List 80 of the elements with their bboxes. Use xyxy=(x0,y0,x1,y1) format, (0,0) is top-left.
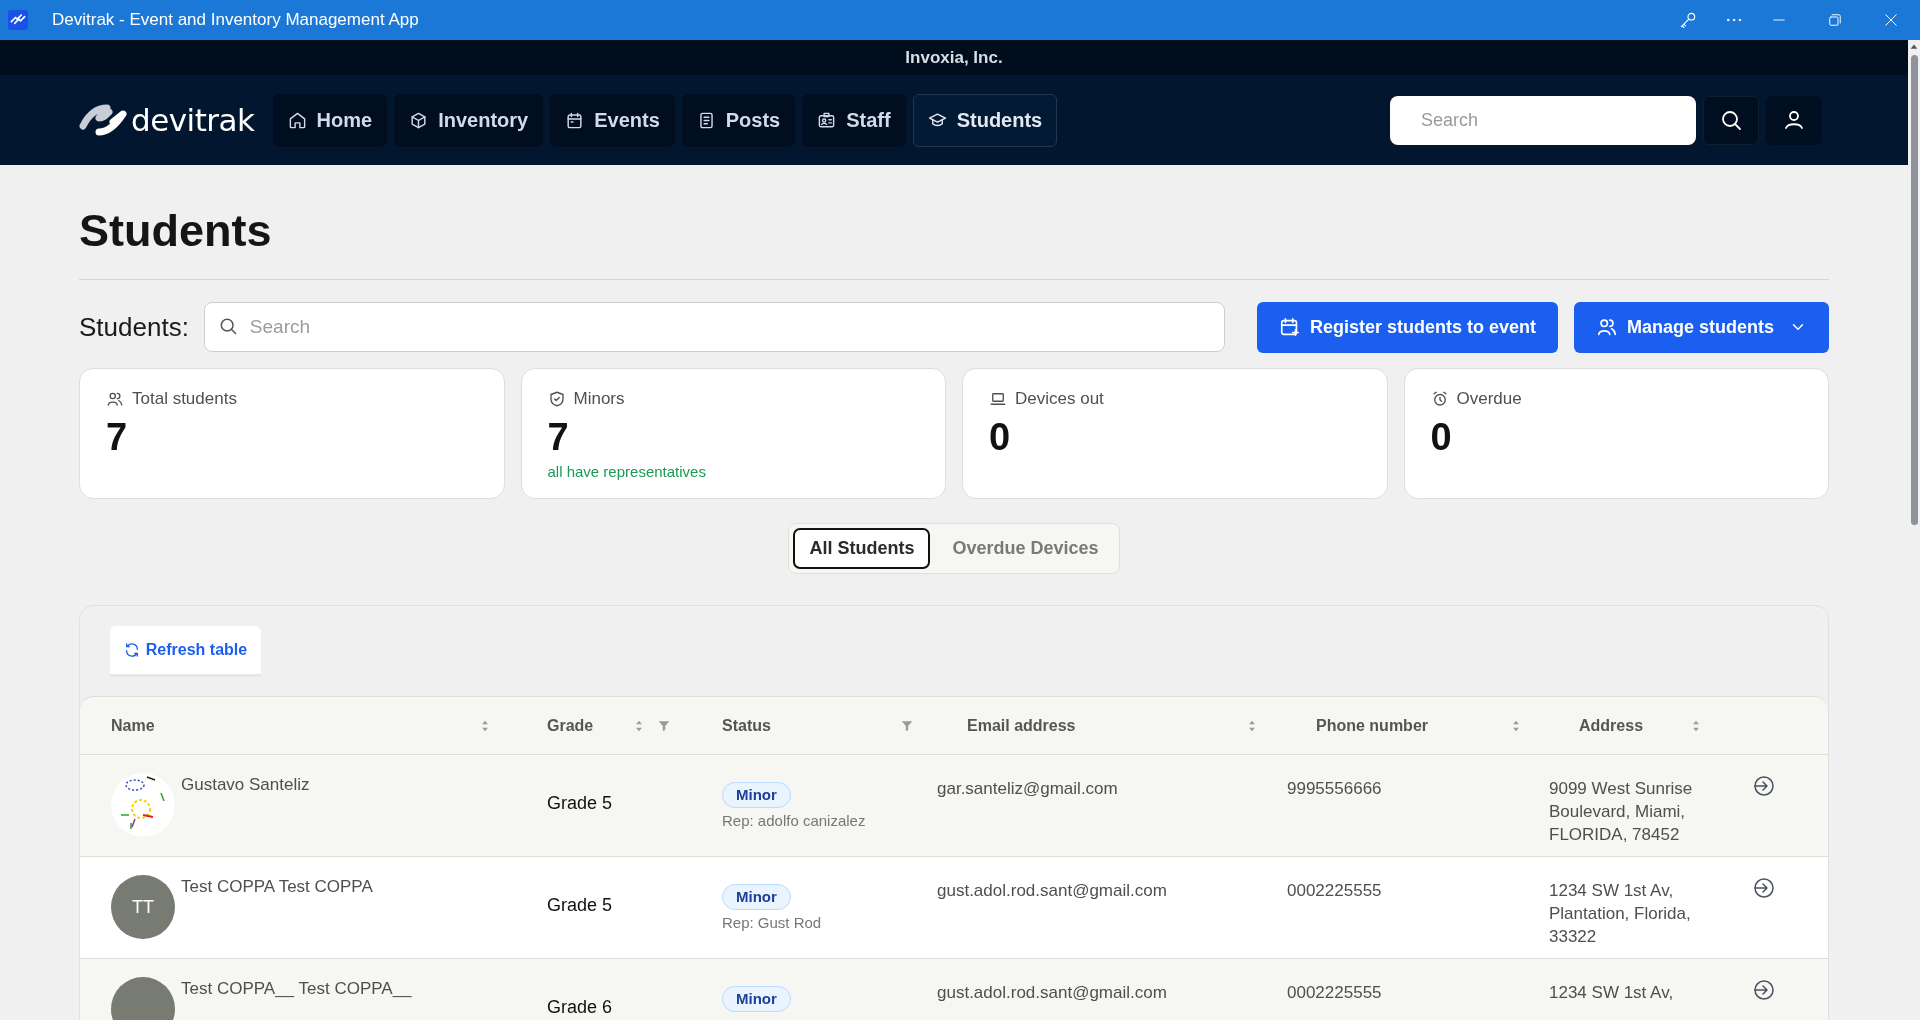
enter-icon[interactable] xyxy=(1752,978,1776,1002)
page-title: Students xyxy=(79,204,273,258)
phone-cell: 0002225555 xyxy=(1287,881,1382,900)
id-card-icon xyxy=(817,110,837,130)
student-name: Gustavo Santeliz xyxy=(181,774,310,796)
stat-label: Total students xyxy=(132,389,237,409)
stat-value: 0 xyxy=(989,415,1012,459)
nav-tab[interactable]: Posts xyxy=(681,93,796,147)
search-field[interactable]: Search xyxy=(1390,95,1696,145)
filter-icon[interactable] xyxy=(900,718,914,733)
representative-text: Rep: Gust Rod xyxy=(722,914,823,932)
dropdown-button[interactable]: Manage students xyxy=(1573,301,1829,353)
stat-label: Minors xyxy=(573,389,625,409)
email-cell: gar.santeliz@gmail.com xyxy=(937,779,1118,798)
stat-value: 7 xyxy=(106,415,129,459)
app-icon xyxy=(8,10,28,30)
key-icon[interactable] xyxy=(1678,10,1698,30)
column-header: Phone number xyxy=(1316,716,1428,735)
student-name: Test COPPA Test COPPA xyxy=(181,876,373,898)
grade-cell: Grade 6 xyxy=(547,997,613,1018)
search-button[interactable] xyxy=(1703,95,1759,145)
search-icon xyxy=(1719,108,1743,132)
view-tab[interactable]: All Students xyxy=(793,528,931,569)
scroll-up-icon[interactable] xyxy=(1909,42,1919,52)
phone-cell: 9995556666 xyxy=(1287,779,1382,798)
column-header: Name xyxy=(111,716,155,735)
column-header: Grade xyxy=(547,716,594,735)
close-icon[interactable] xyxy=(1882,11,1900,29)
users-icon xyxy=(1595,316,1618,338)
home-icon xyxy=(287,110,307,130)
account-button[interactable] xyxy=(1766,95,1822,145)
action-button[interactable]: Register students to event xyxy=(1256,301,1558,353)
nav-tab[interactable]: Inventory xyxy=(394,93,544,147)
student-name: Test COPPA__ Test COPPA__ xyxy=(181,978,412,1000)
avatar: TT xyxy=(111,875,175,939)
email-cell: gust.adol.rod.sant@gmail.com xyxy=(937,983,1167,1002)
organization-name: Invoxia, Inc. xyxy=(905,47,1003,68)
window-title: Devitrak - Event and Inventory Management App xyxy=(52,10,420,30)
grade-cell: Grade 5 xyxy=(547,793,613,814)
users-icon xyxy=(106,390,124,408)
calendar-plus-icon xyxy=(1278,316,1301,338)
search-label: Students: xyxy=(79,311,189,343)
logo-text: devitrak xyxy=(131,102,255,138)
stat-label: Devices out xyxy=(1015,389,1104,409)
address-cell: 1234 SW 1st Av, Plantation, Florida, 33322 xyxy=(1549,881,1691,946)
status-badge: Minor xyxy=(722,782,791,808)
search-field[interactable]: Search xyxy=(203,302,1225,352)
status-badge: Minor xyxy=(722,986,791,1012)
nav-tab[interactable]: Staff xyxy=(802,93,906,147)
address-cell: 9099 West Sunrise Boulevard, Miami, FLORIDA, 78452 xyxy=(1549,779,1693,844)
cube-icon xyxy=(409,110,429,130)
calendar-icon xyxy=(565,110,585,130)
shield-icon xyxy=(547,390,566,408)
enter-icon[interactable] xyxy=(1752,774,1776,798)
refresh-button[interactable]: Refresh table xyxy=(110,626,261,674)
representative-text: Rep: adolfo canizalez xyxy=(722,812,867,830)
nav-tab[interactable]: Home xyxy=(272,93,388,147)
alarm-clock-icon xyxy=(1430,390,1449,408)
column-header: Address xyxy=(1579,716,1644,735)
stat-value: 0 xyxy=(1430,415,1453,459)
laptop-icon xyxy=(989,390,1007,408)
stat-value: 7 xyxy=(547,415,570,459)
status-badge: Minor xyxy=(722,884,791,910)
stat-label: Overdue xyxy=(1456,389,1522,409)
nav-tab[interactable]: Events xyxy=(550,93,675,147)
grade-cell: Grade 5 xyxy=(547,895,613,916)
column-header: Status xyxy=(722,716,771,735)
stat-note: all have representatives xyxy=(547,463,707,480)
scrollbar-thumb[interactable] xyxy=(1910,55,1918,525)
filter-icon[interactable] xyxy=(657,718,671,733)
view-tab[interactable]: Overdue Devices xyxy=(936,528,1115,569)
email-cell: gust.adol.rod.sant@gmail.com xyxy=(937,881,1167,900)
enter-icon[interactable] xyxy=(1752,876,1776,900)
address-cell: 1234 SW 1st Av, xyxy=(1549,983,1674,1002)
restore-icon[interactable] xyxy=(1826,11,1844,29)
phone-cell: 0002225555 xyxy=(1287,983,1382,1002)
refresh-icon xyxy=(123,642,140,658)
nav-tab[interactable]: Students xyxy=(912,93,1058,147)
user-icon xyxy=(1782,108,1806,132)
column-header: Email address xyxy=(967,716,1076,735)
